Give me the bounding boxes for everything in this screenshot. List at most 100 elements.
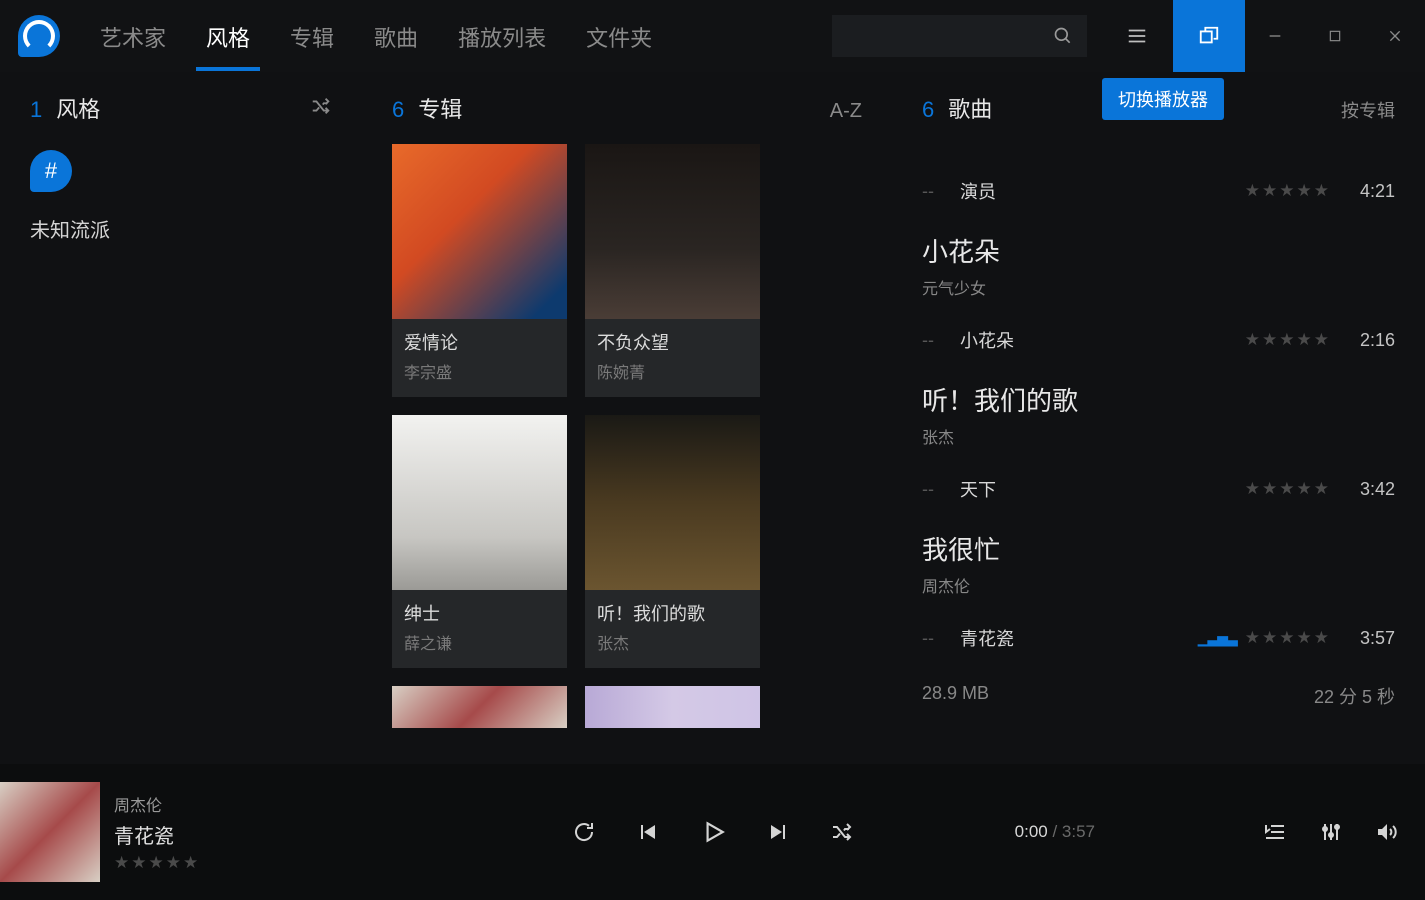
now-playing-cover[interactable] [0,782,100,882]
album-cover [392,144,567,319]
album-count: 6 [392,97,404,123]
toggle-player-tooltip: 切换播放器 [1102,78,1224,120]
album-grid: 爱情论 李宗盛 不负众望 陈婉菁 绅士 薛之谦 [392,144,862,728]
album-cover [585,686,760,728]
song-group-album[interactable]: 听！我们的歌 [922,381,1395,418]
menu-button[interactable] [1101,0,1173,72]
window-close-button[interactable] [1365,0,1425,72]
album-card[interactable] [585,686,760,728]
song-sort[interactable]: 按专辑 [1341,97,1395,123]
song-duration: 3:42 [1345,479,1395,500]
tab-artists[interactable]: 艺术家 [90,1,176,71]
song-rating[interactable]: ★★★★★ [1245,330,1331,350]
song-duration: 3:57 [1345,628,1395,649]
song-track-num: -- [922,181,960,202]
shuffle-transport-button[interactable] [830,820,854,844]
equalizer-button[interactable] [1319,820,1343,844]
now-playing-artist: 周杰伦 [114,792,200,816]
time-readout: 0:00 / 3:57 [1015,822,1095,842]
volume-button[interactable] [1375,820,1399,844]
now-playing-title: 青花瓷 [114,820,200,849]
album-cover [392,686,567,728]
now-playing-rating[interactable]: ★★★★★ [114,853,200,873]
album-cover [585,144,760,319]
genre-header: 1 风格 [30,92,332,124]
app-logo[interactable] [18,15,60,57]
tab-playlists[interactable]: 播放列表 [448,1,556,71]
album-artist: 张杰 [597,630,748,654]
song-group-artist: 张杰 [922,424,1395,448]
genre-title: 风格 [56,92,100,124]
prev-button[interactable] [636,820,660,844]
genre-count: 1 [30,97,42,123]
tab-folders[interactable]: 文件夹 [576,1,662,71]
album-card[interactable]: 不负众望 陈婉菁 [585,144,760,397]
album-column: 6 专辑 A-Z 爱情论 李宗盛 不负众望 陈婉菁 [362,72,892,764]
song-group-artist: 周杰伦 [922,573,1395,597]
song-column: 6 歌曲 按专辑 -- 演员 ★★★★★ 4:21 小花朵 元气少女 -- 小花… [892,72,1425,764]
search-icon [1053,26,1073,46]
song-count: 6 [922,97,934,123]
song-row[interactable]: -- 小花朵 ★★★★★ 2:16 [922,315,1395,365]
tab-songs[interactable]: 歌曲 [364,1,428,71]
time-total: 3:57 [1062,822,1095,841]
play-button[interactable] [700,819,726,845]
toggle-player-button[interactable] [1173,0,1245,72]
album-card[interactable] [392,686,567,728]
tab-albums[interactable]: 专辑 [280,1,344,71]
album-card[interactable]: 绅士 薛之谦 [392,415,567,668]
window-maximize-button[interactable] [1305,0,1365,72]
album-card[interactable]: 爱情论 李宗盛 [392,144,567,397]
song-name: 演员 [960,178,1245,204]
song-rating[interactable]: ★★★★★ [1245,628,1331,648]
song-group-album[interactable]: 我很忙 [922,530,1395,567]
window-minimize-button[interactable] [1245,0,1305,72]
now-playing-indicator-icon: ▁▃▅▃ [1198,630,1237,647]
song-group-artist: 元气少女 [922,275,1395,299]
now-playing-meta: 周杰伦 青花瓷 ★★★★★ [114,792,200,873]
next-button[interactable] [766,820,790,844]
song-column-footer: 28.9 MB 22 分 5 秒 [922,683,1395,709]
repeat-button[interactable] [572,820,596,844]
album-name: 爱情论 [404,329,555,355]
genre-item-unknown[interactable]: 未知流派 [30,214,332,243]
song-row[interactable]: -- 青花瓷 ▁▃▅▃ ★★★★★ 3:57 [922,613,1395,663]
transport-controls [572,819,854,845]
song-duration: 4:21 [1345,181,1395,202]
song-track-num: -- [922,628,960,649]
album-cover [392,415,567,590]
album-artist: 陈婉菁 [597,359,748,383]
tab-genres[interactable]: 风格 [196,1,260,71]
song-name: 小花朵 [960,327,1245,353]
total-length: 22 分 5 秒 [1314,683,1395,709]
song-name: 天下 [960,476,1245,502]
song-name: 青花瓷 [960,625,1198,651]
song-group-album[interactable]: 小花朵 [922,232,1395,269]
genre-column: 1 风格 # 未知流派 [0,72,362,764]
player-right-controls [1263,820,1399,844]
album-title: 专辑 [418,92,462,124]
search-input[interactable] [832,15,1087,57]
time-sep: / [1048,822,1062,841]
album-card[interactable]: 听！我们的歌 张杰 [585,415,760,668]
topbar-right-group [832,0,1425,72]
queue-button[interactable] [1263,820,1287,844]
song-track-num: -- [922,479,960,500]
total-size: 28.9 MB [922,683,989,709]
album-header: 6 专辑 A-Z [392,92,862,124]
hash-badge[interactable]: # [30,150,72,192]
content-area: 1 风格 # 未知流派 6 专辑 A-Z 爱情论 李宗盛 [0,72,1425,764]
top-bar: 艺术家 风格 专辑 歌曲 播放列表 文件夹 [0,0,1425,72]
song-track-num: -- [922,330,960,351]
song-row[interactable]: -- 演员 ★★★★★ 4:21 [922,166,1395,216]
album-name: 绅士 [404,600,555,626]
song-title: 歌曲 [948,92,992,124]
song-row[interactable]: -- 天下 ★★★★★ 3:42 [922,464,1395,514]
song-rating[interactable]: ★★★★★ [1245,479,1331,499]
time-current: 0:00 [1015,822,1048,841]
song-rating[interactable]: ★★★★★ [1245,181,1331,201]
album-sort[interactable]: A-Z [830,100,862,123]
album-cover [585,415,760,590]
album-name: 不负众望 [597,329,748,355]
shuffle-button[interactable] [310,95,332,122]
